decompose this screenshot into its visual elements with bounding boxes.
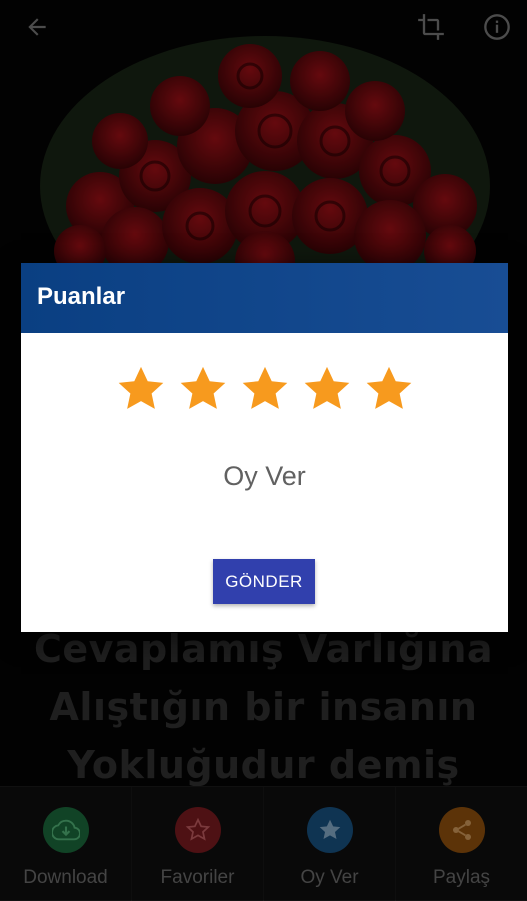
dialog-title: Puanlar: [37, 283, 126, 310]
star-icon[interactable]: [239, 363, 291, 415]
star-icon[interactable]: [301, 363, 353, 415]
dialog-header: Puanlar: [21, 263, 508, 333]
rating-stars: [21, 363, 508, 415]
vote-prompt: Oy Ver: [223, 461, 306, 491]
star-icon[interactable]: [177, 363, 229, 415]
star-icon[interactable]: [363, 363, 415, 415]
rating-dialog: Puanlar Oy Ver GÖNDER: [21, 263, 508, 632]
star-icon[interactable]: [115, 363, 167, 415]
submit-button[interactable]: GÖNDER: [213, 559, 315, 604]
